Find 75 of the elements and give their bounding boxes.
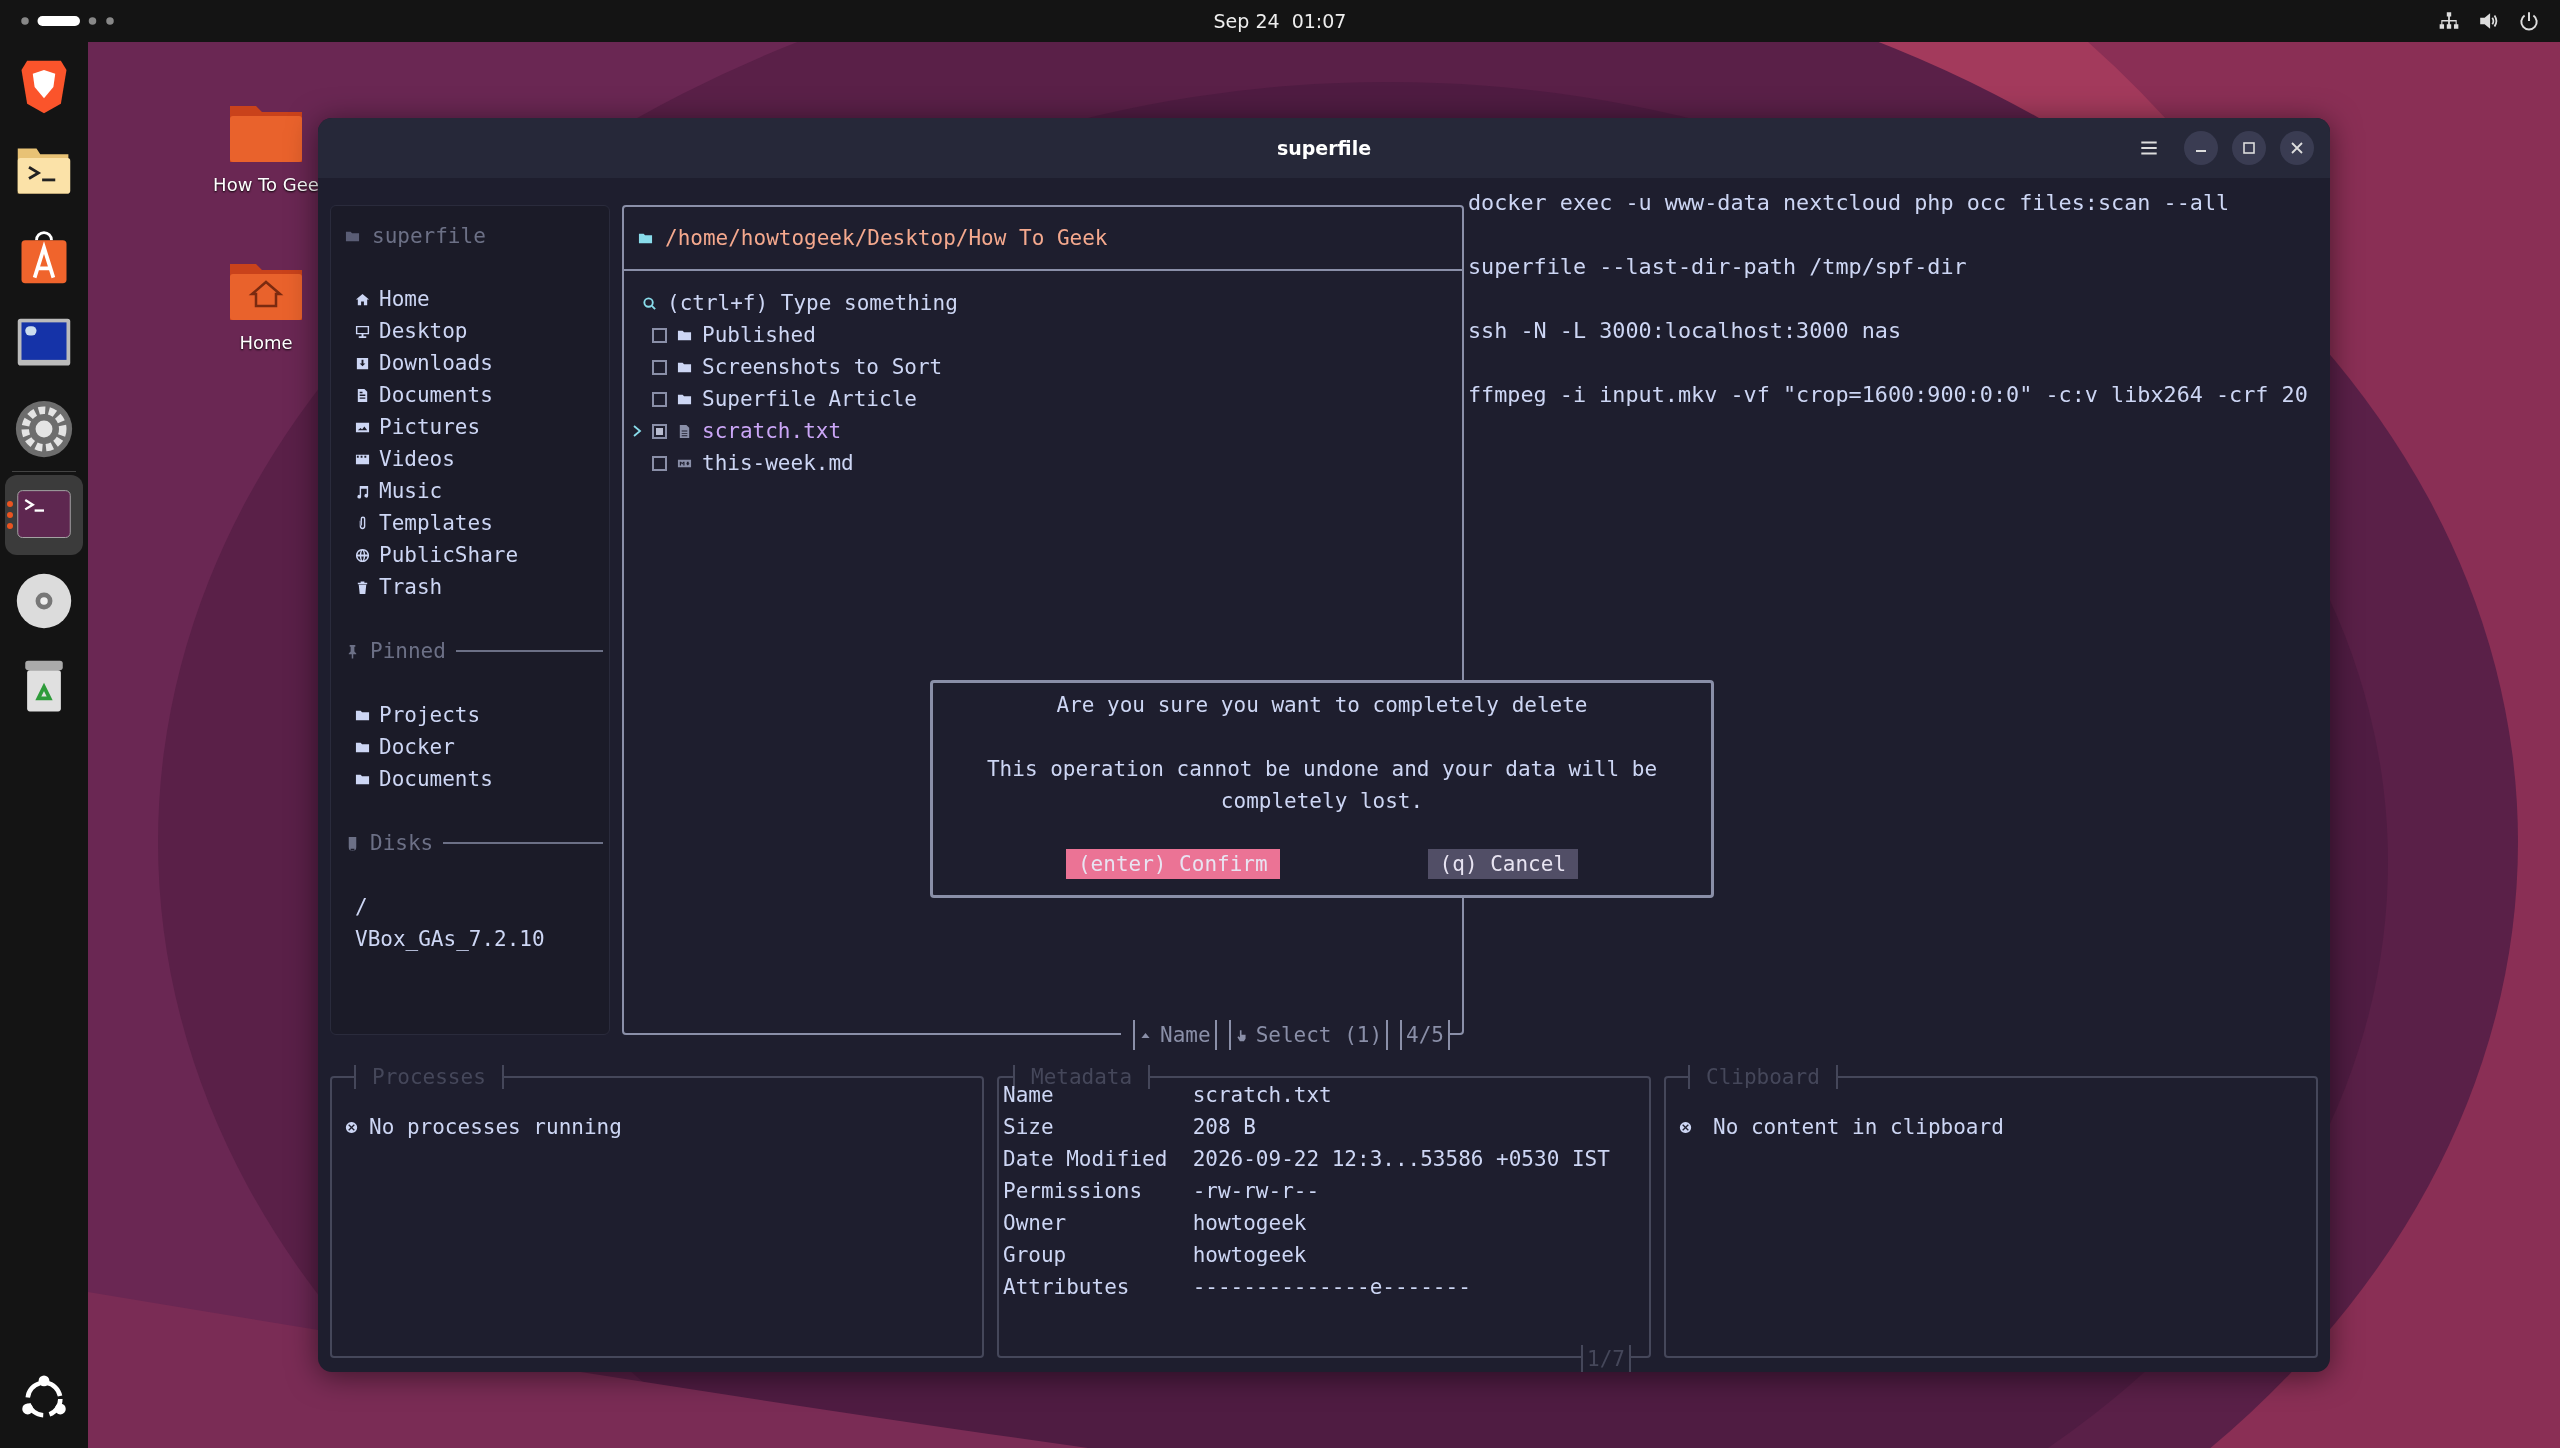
metadata-value: howtogeek <box>1192 1210 1308 1237</box>
metadata-value: 208 B <box>1192 1114 1257 1141</box>
search-field[interactable]: (ctrl+f) Type something <box>667 287 958 319</box>
sidebar-item[interactable]: Videos <box>379 443 455 475</box>
sidebar-item[interactable]: Projects <box>379 699 481 731</box>
item-count: 4/5 <box>1406 1022 1444 1049</box>
metadata-label: Owner <box>1003 1210 1068 1237</box>
file-name[interactable]: scratch.txt <box>702 415 842 447</box>
document-icon <box>355 387 370 403</box>
sidebar-item[interactable]: Trash <box>379 571 443 603</box>
sidebar-item[interactable]: Home <box>379 283 430 315</box>
path-text: /home/howtogeek/Desktop/How To Geek <box>665 225 1108 252</box>
metadata-label: Date Modified <box>1003 1146 1169 1173</box>
metadata-value: --------------e------- <box>1192 1274 1472 1301</box>
settings-icon[interactable] <box>14 399 74 459</box>
trash-icon <box>355 579 370 595</box>
network-icon[interactable] <box>2438 10 2460 32</box>
music-note-icon <box>355 483 370 499</box>
desktop-icon-label[interactable]: Home <box>239 332 293 353</box>
desktop-icon-label[interactable]: How To Gee <box>213 174 319 195</box>
select-mode-label: Select (1) <box>1255 1022 1383 1049</box>
maximize-button[interactable] <box>2232 131 2266 165</box>
search-icon <box>642 295 657 311</box>
download-icon <box>355 355 370 371</box>
sidebar-item[interactable]: Pictures <box>379 411 481 443</box>
metadata-label: Group <box>1003 1242 1068 1269</box>
empty-message: No processes running <box>369 1114 622 1141</box>
section-title: Disks <box>370 830 434 857</box>
terminal-line: superfile --last-dir-path /tmp/spf-dir <box>1468 253 1968 281</box>
monitor-icon <box>355 323 370 339</box>
sidebar-item[interactable]: Desktop <box>379 315 468 347</box>
sidebar-item[interactable]: Music <box>379 475 443 507</box>
running-indicator-icon <box>7 500 13 530</box>
home-icon <box>355 291 370 307</box>
dialog-title: Are you sure you want to completely delete <box>1056 692 1588 719</box>
metadata-label: Permissions <box>1003 1178 1144 1205</box>
checkbox[interactable] <box>652 359 667 375</box>
sidebar-title: superfile <box>372 223 486 250</box>
terminal-line: ffmpeg -i input.mkv -vf "crop=1600:900:0:0" -c:v libx264 -crf 20 <box>1468 381 2309 409</box>
metadata-value: -rw-rw-r-- <box>1192 1178 1321 1205</box>
checkbox[interactable] <box>652 455 667 471</box>
close-button[interactable] <box>2280 131 2314 165</box>
file-icon <box>677 423 692 439</box>
metadata-label: Size <box>1003 1114 1055 1141</box>
file-name[interactable]: this-week.md <box>702 447 854 479</box>
terminal-line: docker exec -u www-data nextcloud php occ files:scan --all <box>1468 189 2231 217</box>
sidebar-item[interactable]: Templates <box>379 507 493 539</box>
sidebar-item[interactable]: Documents <box>379 763 493 795</box>
empty-message: No content in clipboard <box>1713 1114 2004 1141</box>
checkbox[interactable] <box>652 391 667 407</box>
clock[interactable]: Sep 24 01:07 <box>1213 10 1347 32</box>
metadata-value: scratch.txt <box>1192 1082 1333 1109</box>
sort-label: Name <box>1160 1022 1211 1049</box>
terminal-line: ssh -N -L 3000:localhost:3000 nas <box>1468 317 1903 345</box>
sidebar-item[interactable]: VBox_GAs_7.2.10 <box>345 923 609 955</box>
window-title: superfile <box>1276 137 1372 159</box>
dialog-message: This operation cannot be undone and your data will be completely lost. <box>985 756 1659 815</box>
file-name[interactable]: Superfile Article <box>702 383 917 415</box>
sidebar-item[interactable]: Downloads <box>379 347 493 379</box>
cancel-button[interactable]: (q) Cancel <box>1427 849 1579 879</box>
sidebar-item[interactable]: / <box>345 891 609 923</box>
section-title: Pinned <box>370 638 446 665</box>
metadata-label: Attributes <box>1003 1274 1131 1301</box>
globe-icon <box>355 547 370 563</box>
power-icon[interactable] <box>2518 10 2540 32</box>
disc-icon[interactable] <box>14 571 74 631</box>
sidebar-item[interactable]: PublicShare <box>379 539 519 571</box>
sidebar-item[interactable]: Docker <box>379 731 455 763</box>
metadata-value: howtogeek <box>1192 1242 1308 1269</box>
file-name[interactable]: Published <box>702 319 816 351</box>
sidebar-item[interactable]: Documents <box>379 379 493 411</box>
checkbox[interactable] <box>652 327 667 343</box>
file-name[interactable]: Screenshots to Sort <box>702 351 943 383</box>
checkbox[interactable] <box>652 423 667 439</box>
metadata-value: 2026-09-22 12:3...53586 +0530 IST <box>1192 1146 1611 1173</box>
